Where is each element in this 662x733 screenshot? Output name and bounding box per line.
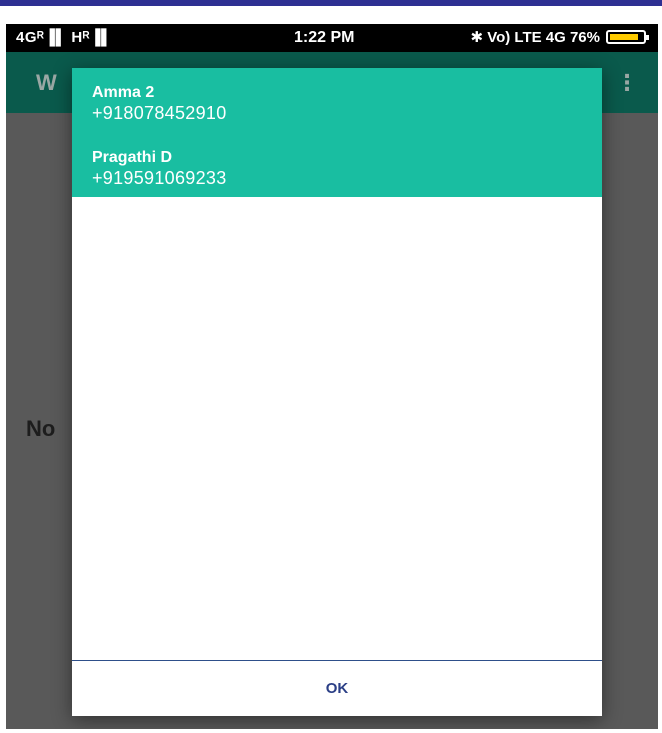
contact-list: Amma 2 +918078452910 Pragathi D +9195910… <box>72 68 602 197</box>
contacts-dialog: Amma 2 +918078452910 Pragathi D +9195910… <box>72 68 602 716</box>
contact-number: +918078452910 <box>92 103 227 123</box>
signal-indicators: 4Gᴿ▐▌ Hᴿ▐▌ <box>16 29 113 46</box>
battery-fill <box>610 34 639 40</box>
contact-number: +919591069233 <box>92 168 227 188</box>
contact-item[interactable]: Pragathi D +919591069233 <box>92 148 227 189</box>
contact-item[interactable]: Amma 2 +918078452910 <box>92 83 227 124</box>
battery-icon <box>606 30 649 44</box>
status-indicators: ✱ Vo) LTE 4G 76% <box>470 29 600 46</box>
phone-screen: 4Gᴿ▐▌ Hᴿ▐▌ 1:22 PM ✱ Vo) LTE 4G 76% W ⋮ … <box>6 24 658 733</box>
contact-name: Pragathi D <box>92 149 173 166</box>
overflow-menu-icon[interactable]: ⋮ <box>616 70 638 96</box>
bottom-edge <box>0 729 662 733</box>
contact-name: Amma 2 <box>92 84 155 101</box>
background-text: No <box>26 416 56 441</box>
status-bar: 4Gᴿ▐▌ Hᴿ▐▌ 1:22 PM ✱ Vo) LTE 4G 76% <box>6 24 658 52</box>
app-title: W <box>36 70 57 95</box>
battery-nub <box>646 35 649 40</box>
ok-button[interactable]: OK <box>72 661 602 716</box>
top-rule <box>0 0 662 6</box>
status-time: 1:22 PM <box>294 29 355 46</box>
status-right-group: ✱ Vo) LTE 4G 76% <box>470 28 649 46</box>
